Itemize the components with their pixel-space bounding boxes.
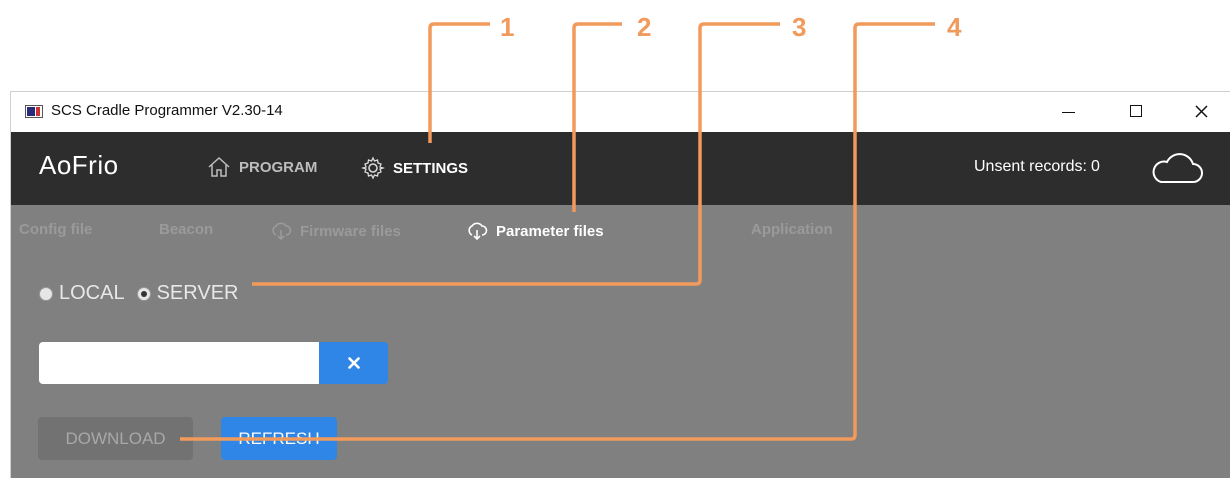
callout-line-3 [252, 22, 780, 286]
callout-number-3: 3 [792, 12, 807, 42]
callout-number-1: 1 [500, 12, 515, 42]
callout-number-4: 4 [947, 12, 962, 42]
callout-line-2 [572, 22, 622, 212]
callout-line-4 [180, 22, 935, 441]
callout-number-2: 2 [637, 12, 652, 42]
callout-line-1 [428, 22, 490, 143]
callout-lines [180, 22, 935, 441]
